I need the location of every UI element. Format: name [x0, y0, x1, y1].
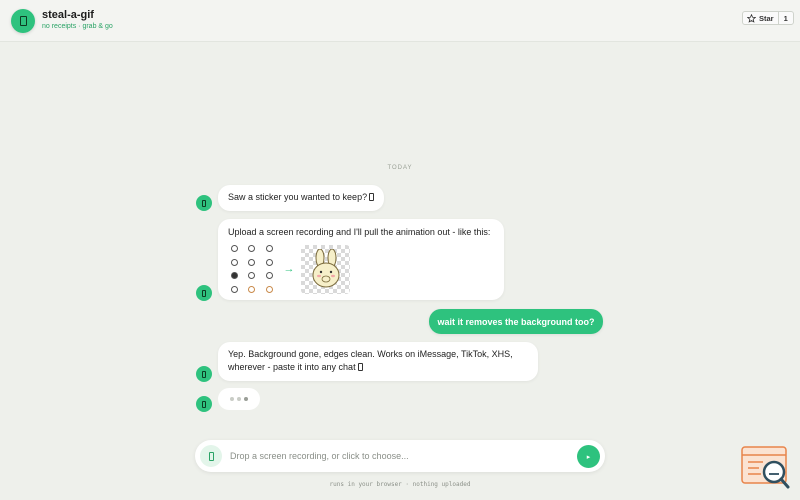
bot-message: Upload a screen recording and I'll pull … [218, 219, 504, 300]
demo-preview: → [227, 243, 350, 295]
arrow-icon: → [283, 262, 295, 275]
star-count: 1 [777, 12, 793, 24]
extracted-gif-image [301, 244, 350, 294]
typing-indicator [218, 388, 260, 410]
bot-avatar-icon [196, 285, 212, 301]
message-text: Saw a sticker you wanted to keep? [228, 192, 368, 202]
bot-message: Yep. Background gone, edges clean. Works… [218, 342, 538, 381]
bot-message: Saw a sticker you wanted to keep? [218, 185, 384, 211]
message-text: Upload a screen recording and I'll pull … [228, 227, 491, 237]
file-drop-input[interactable] [230, 448, 560, 464]
privacy-note: runs in your browser · nothing uploaded [329, 481, 471, 488]
app-title: steal-a-gif [42, 9, 94, 21]
bunny-sticker-icon [312, 249, 339, 288]
message-text-line-1: Yep. Background gone, edges clean. Works… [228, 349, 513, 359]
bot-avatar-icon [196, 195, 212, 211]
message-text-line-2: wherever - paste it into any chat [228, 362, 356, 372]
emoji-glyph [369, 193, 375, 201]
upload-composer[interactable]: ▸ [195, 440, 605, 472]
emoji-glyph [357, 363, 363, 371]
app-header: steal-a-gif no receipts · grab & go Star… [0, 0, 800, 42]
upload-icon[interactable] [200, 445, 222, 467]
app-subtitle: no receipts · grab & go [42, 23, 113, 30]
day-divider: TODAY [387, 165, 413, 171]
star-icon [747, 13, 756, 23]
user-message: wait it removes the background too? [429, 309, 603, 334]
sprite-sheet-image [227, 243, 277, 295]
bot-avatar-icon [196, 396, 212, 412]
help-widget-icon[interactable] [741, 446, 791, 490]
logo-icon[interactable] [11, 9, 35, 33]
bot-avatar-icon [196, 366, 212, 382]
send-button[interactable]: ▸ [577, 445, 600, 468]
github-star-button[interactable]: Star 1 [742, 11, 794, 25]
star-label: Star [759, 13, 774, 23]
